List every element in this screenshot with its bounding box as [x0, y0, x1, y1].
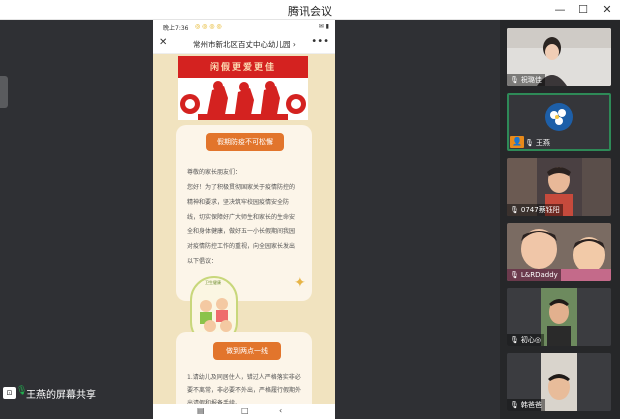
screen-share-icon: ⊡ [3, 387, 16, 399]
menu-icon[interactable]: ▤ [197, 406, 205, 415]
mic-icon: 🎙 [510, 271, 519, 279]
participant-name: 祝璐佳 [520, 76, 542, 84]
banner-text: 闲假更爱更佳 [209, 63, 276, 73]
status-time: 晚上7:36 [163, 25, 189, 32]
window-title: 腾讯会议 [288, 5, 332, 18]
minimize-button[interactable]: — [552, 2, 568, 18]
article-account-title[interactable]: 常州市新北区百丈中心幼儿园 › [193, 39, 296, 50]
screen-share-label: 王燕的屏幕共享 [26, 390, 96, 401]
participant-label: 🎙 祝璐佳 [507, 74, 545, 86]
participant-label: 🎙 初心◎ [507, 334, 544, 346]
home-icon[interactable]: □ [241, 406, 249, 415]
participant-avatar [545, 103, 573, 131]
participant-name: 初心◎ [520, 336, 541, 344]
participant-label: 🎙 L&RDaddy [507, 269, 561, 281]
mic-icon: 🎙 [510, 76, 519, 84]
shared-screen-stage: 晚上7:36 ◎ ◎ ◎ ◎ ✉ ▮ ✕ 常州市新北区百丈中心幼儿园 › •••… [0, 20, 500, 419]
participant-name: L&RDaddy [520, 271, 558, 279]
participant-name: 韩爸爸 [520, 401, 542, 409]
greeting-text: 尊敬的家长朋友们： [187, 169, 242, 176]
title-bar: 腾讯会议 — ☐ ✕ [0, 0, 620, 20]
sparkle-icon: ✦ [294, 275, 306, 291]
notice-paragraph: 您好！为了积极贯彻国家关于疫情防控的精神和要求，坚决筑牢校园疫情安全防线，切实保… [187, 184, 296, 265]
participant-label: 🎙 韩爸爸 [507, 399, 545, 411]
shared-phone-screen: 晚上7:36 ◎ ◎ ◎ ◎ ✉ ▮ ✕ 常州市新北区百丈中心幼儿园 › •••… [153, 20, 335, 419]
card-title-badge: 假期防疫不可松懈 [206, 133, 284, 151]
maximize-button[interactable]: ☐ [575, 2, 591, 18]
mic-icon: 🎙 [525, 139, 534, 147]
mic-icon: 🎙 [510, 401, 519, 409]
status-app-icons: ◎ ◎ ◎ ◎ [195, 23, 222, 30]
participant-name: 王燕 [535, 139, 550, 147]
mic-icon: 🎙 [510, 206, 519, 214]
card2-title-badge: 做到两点一线 [213, 342, 281, 360]
participant-tile[interactable]: 🎙 L&RDaddy [507, 223, 611, 281]
close-button[interactable]: ✕ [599, 2, 615, 18]
close-icon[interactable]: ✕ [159, 37, 167, 48]
cartoon-label: 卫生健康 [205, 280, 221, 285]
participant-label: 🎙 0747蔡钰阳 [507, 204, 563, 216]
back-icon[interactable]: ‹ [279, 406, 282, 415]
participant-label: 🎙 王燕 [525, 137, 550, 149]
papercut-illustration [178, 78, 308, 120]
epidemic-notice-card: 假期防疫不可松懈 尊敬的家长朋友们： 您好！为了积极贯彻国家关于疫情防控的精神和… [176, 125, 312, 301]
participant-tile[interactable]: 🎙 0747蔡钰阳 [507, 158, 611, 216]
participant-panel: 🎙 祝璐佳 👤 🎙 王燕 🎙 0747蔡钰阳 🎙 L&RDaddy 🎙 初心◎ … [500, 20, 620, 419]
mic-icon: 🎙 [510, 336, 519, 344]
participant-name: 0747蔡钰阳 [520, 206, 560, 214]
participant-tile[interactable]: 🎙 祝璐佳 [507, 28, 611, 86]
side-panel-toggle[interactable] [0, 76, 8, 108]
host-icon: 👤 [510, 136, 524, 148]
status-battery-icon: ✉ ▮ [318, 23, 329, 30]
article-banner-image: 闲假更爱更佳 [178, 56, 308, 120]
participant-tile-active[interactable]: 👤 🎙 王燕 [507, 93, 611, 151]
phone-nav-bar: ▤ □ ‹ [153, 404, 335, 419]
more-icon[interactable]: ••• [311, 36, 329, 47]
participant-tile[interactable]: 🎙 初心◎ [507, 288, 611, 346]
phone-status-bar: 晚上7:36 ◎ ◎ ◎ ◎ ✉ ▮ [153, 20, 335, 34]
participant-tile[interactable]: 🎙 韩爸爸 [507, 353, 611, 411]
article-nav-bar: ✕ 常州市新北区百丈中心幼儿园 › ••• [153, 34, 335, 54]
